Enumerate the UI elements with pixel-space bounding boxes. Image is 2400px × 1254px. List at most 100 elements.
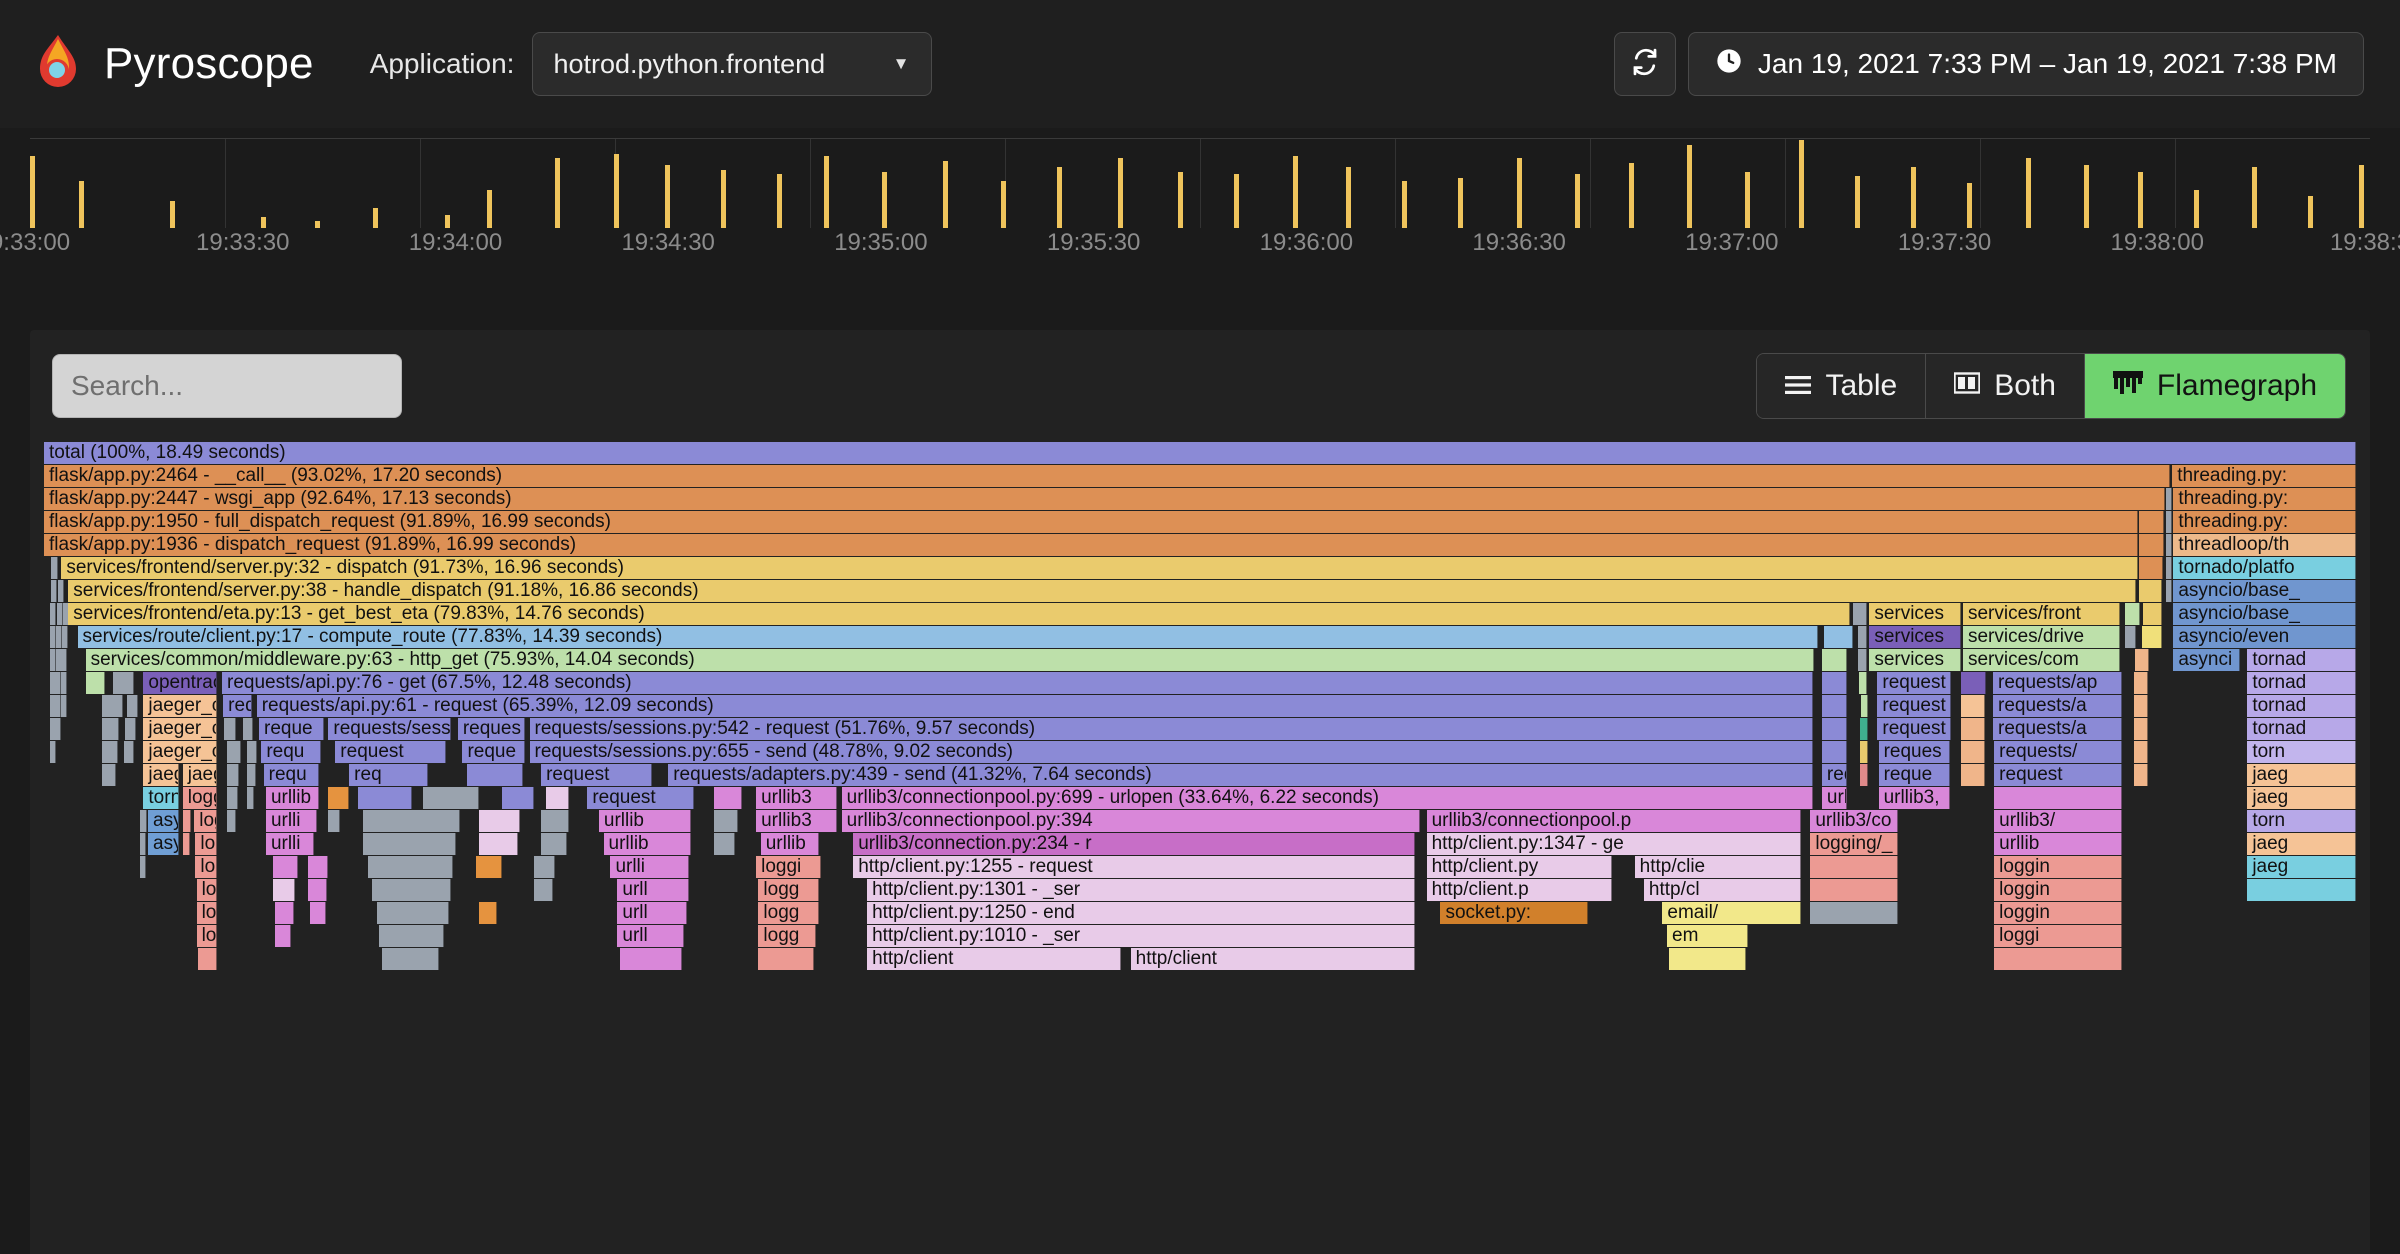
flamegraph-block[interactable]: threading.py: — [2173, 488, 2356, 510]
flamegraph-block-narrow[interactable] — [1821, 741, 1848, 763]
flamegraph-block[interactable]: torn — [2247, 741, 2356, 763]
flamegraph-block-narrow[interactable] — [60, 672, 67, 694]
flamegraph-block[interactable]: logg — [758, 925, 817, 947]
flamegraph-block-narrow[interactable] — [2134, 741, 2148, 763]
flamegraph-block[interactable]: urll — [617, 879, 690, 901]
flamegraph-block[interactable]: services — [1869, 649, 1961, 671]
flamegraph-block[interactable]: requests/a — [1993, 695, 2123, 717]
flamegraph-block[interactable]: services/front — [1962, 603, 2121, 625]
flamegraph-block-narrow[interactable] — [2138, 511, 2165, 533]
flamegraph-block[interactable]: services/frontend/server.py:32 - dispatc… — [61, 557, 2138, 579]
flamegraph-block[interactable]: requests/sessions.py:542 - request (51.7… — [529, 718, 1813, 740]
flamegraph-block[interactable]: requ — [261, 741, 322, 763]
flamegraph-block-narrow[interactable] — [50, 580, 57, 602]
flamegraph-block[interactable]: threadloop/th — [2173, 534, 2356, 556]
flamegraph-block-narrow[interactable] — [101, 741, 118, 763]
flamegraph-block[interactable]: logg — [758, 879, 819, 901]
flamegraph-block-narrow[interactable] — [1994, 787, 2123, 809]
flamegraph-block-narrow[interactable] — [2138, 534, 2165, 556]
flamegraph-block[interactable]: services/common/middleware.py:63 - http_… — [85, 649, 1814, 671]
flamegraph-block[interactable]: services/drive — [1962, 626, 2121, 648]
flamegraph-block[interactable]: request — [541, 764, 653, 786]
flamegraph-block[interactable]: urllib3 — [756, 810, 837, 832]
flamegraph-block-narrow[interactable] — [2134, 764, 2148, 786]
flamegraph-block[interactable]: urlli — [610, 856, 690, 878]
flamegraph-block-narrow[interactable] — [1810, 902, 1899, 924]
flamegraph-block-narrow[interactable] — [139, 810, 147, 832]
flamegraph-block[interactable]: request — [1877, 718, 1952, 740]
flamegraph-block[interactable]: jaeger_ — [143, 764, 180, 786]
flamegraph-block-narrow[interactable] — [139, 833, 146, 855]
flamegraph-block-narrow[interactable] — [2138, 557, 2163, 579]
flamegraph-block[interactable]: requests/a — [1993, 718, 2123, 740]
flamegraph-block[interactable]: urlli — [265, 833, 315, 855]
flamegraph-block[interactable]: request — [587, 787, 694, 809]
flamegraph-block-narrow[interactable] — [247, 741, 257, 763]
flamegraph-block[interactable]: jaeger_client/sp — [143, 695, 218, 717]
tab-flamegraph[interactable]: Flamegraph — [2084, 354, 2345, 418]
flamegraph-block[interactable]: socket.py: — [1440, 902, 1589, 924]
flamegraph-block-narrow[interactable] — [224, 718, 236, 740]
flamegraph-block-narrow[interactable] — [182, 833, 190, 855]
flamegraph-block[interactable]: logging/_ — [1810, 833, 1899, 855]
flamegraph-block[interactable]: requests/api.py:76 - get (67.5%, 12.48 s… — [222, 672, 1813, 694]
flamegraph-block-narrow[interactable] — [1860, 741, 1869, 763]
flamegraph-block-narrow[interactable] — [1821, 695, 1848, 717]
flamegraph-block-narrow[interactable] — [467, 764, 523, 786]
flamegraph-block[interactable]: jaeger_ — [182, 764, 218, 786]
flamegraph-block[interactable]: requests/api.py:61 - request (65.39%, 12… — [256, 695, 1813, 717]
flamegraph-block-narrow[interactable] — [85, 672, 106, 694]
flamegraph-block-narrow[interactable] — [2165, 557, 2173, 579]
flamegraph-block[interactable]: urllib3/connectionpool.py:699 - urlopen … — [841, 787, 1813, 809]
flamegraph-block[interactable]: urll — [617, 902, 687, 924]
flamegraph-block[interactable]: reque — [1878, 764, 1951, 786]
flamegraph-block-narrow[interactable] — [478, 833, 518, 855]
flamegraph-block-narrow[interactable] — [1860, 718, 1869, 740]
flamegraph-block-narrow[interactable] — [272, 856, 299, 878]
flamegraph-block-narrow[interactable] — [1860, 764, 1869, 786]
flamegraph-block-narrow[interactable] — [139, 856, 146, 878]
flamegraph-block[interactable]: urllib — [760, 833, 819, 855]
flamegraph-block[interactable]: http/client.py:1250 - end — [867, 902, 1415, 924]
flamegraph-block[interactable]: loggi — [756, 856, 821, 878]
flamegraph-block-narrow[interactable] — [50, 741, 57, 763]
flamegraph-block[interactable]: total (100%, 18.49 seconds) — [44, 442, 2356, 464]
flamegraph-block-narrow[interactable] — [1858, 672, 1867, 694]
flamegraph-block[interactable]: flask/app.py:2464 - __call__ (93.02%, 17… — [44, 465, 2170, 487]
flamegraph-block-narrow[interactable] — [307, 856, 329, 878]
flamegraph-block[interactable]: asyncio/even — [2173, 626, 2356, 648]
flamegraph-block-narrow[interactable] — [101, 764, 116, 786]
flamegraph-block-narrow[interactable] — [275, 925, 292, 947]
flamegraph-block-narrow[interactable] — [372, 879, 451, 901]
flamegraph-block[interactable]: http/client.py:1301 - _ser — [867, 879, 1415, 901]
flamegraph-block[interactable]: req — [223, 695, 253, 717]
flamegraph-block[interactable]: logg — [196, 902, 218, 924]
flamegraph-block[interactable]: async — [148, 810, 180, 832]
flamegraph-block[interactable]: tornad — [2247, 695, 2356, 717]
flamegraph-block-narrow[interactable] — [242, 718, 254, 740]
flamegraph-block[interactable]: tornado — [143, 787, 180, 809]
flamegraph-block-narrow[interactable] — [1853, 603, 1867, 625]
flamegraph-block[interactable]: urllib — [603, 833, 692, 855]
flamegraph-block[interactable]: http/client.py:1255 - request — [853, 856, 1415, 878]
flamegraph-block[interactable]: services/frontend/server.py:38 - handle_… — [68, 580, 2137, 602]
flamegraph-block[interactable]: flask/app.py:1936 - dispatch_request (91… — [44, 534, 2138, 556]
flamegraph-block[interactable]: tornad — [2247, 718, 2356, 740]
flamegraph-block[interactable]: asyncio/base_ — [2173, 580, 2356, 602]
search-input[interactable] — [52, 354, 402, 418]
flamegraph-block[interactable]: urllib — [265, 787, 320, 809]
flamegraph-block-narrow[interactable] — [1824, 626, 1854, 648]
flamegraph-block[interactable]: reques — [1878, 741, 1951, 763]
flamegraph-block[interactable]: req — [349, 764, 428, 786]
flamegraph-block-narrow[interactable] — [358, 787, 412, 809]
flamegraph-block[interactable]: request — [335, 741, 447, 763]
flamegraph-block[interactable]: request — [1877, 695, 1952, 717]
flamegraph-block-narrow[interactable] — [534, 856, 555, 878]
flamegraph-block[interactable]: requ — [263, 764, 320, 786]
flamegraph-block-narrow[interactable] — [2142, 626, 2162, 648]
flamegraph-block[interactable]: requests/ — [1994, 741, 2123, 763]
flamegraph-block-narrow[interactable] — [1960, 741, 1985, 763]
flamegraph-block-narrow[interactable] — [124, 718, 137, 740]
flamegraph-block-narrow[interactable] — [2134, 672, 2148, 694]
flamegraph-block[interactable]: services/frontend/eta.py:13 - get_best_e… — [68, 603, 1850, 625]
